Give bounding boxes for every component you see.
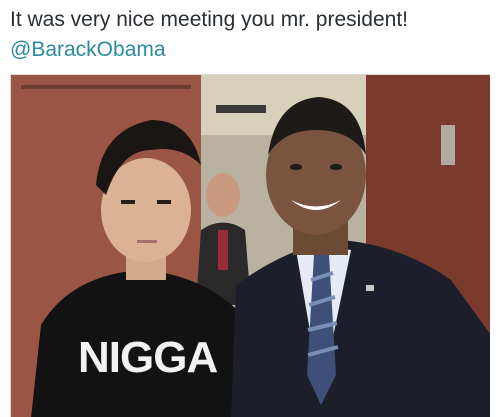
background-person: [206, 173, 240, 217]
tweet-photo[interactable]: NIGGA: [10, 74, 490, 417]
shirt-print-text: NIGGA: [78, 333, 217, 382]
tweet-text: It was very nice meeting you mr. preside…: [10, 8, 409, 31]
mention-link[interactable]: @BarackObama: [10, 36, 166, 63]
